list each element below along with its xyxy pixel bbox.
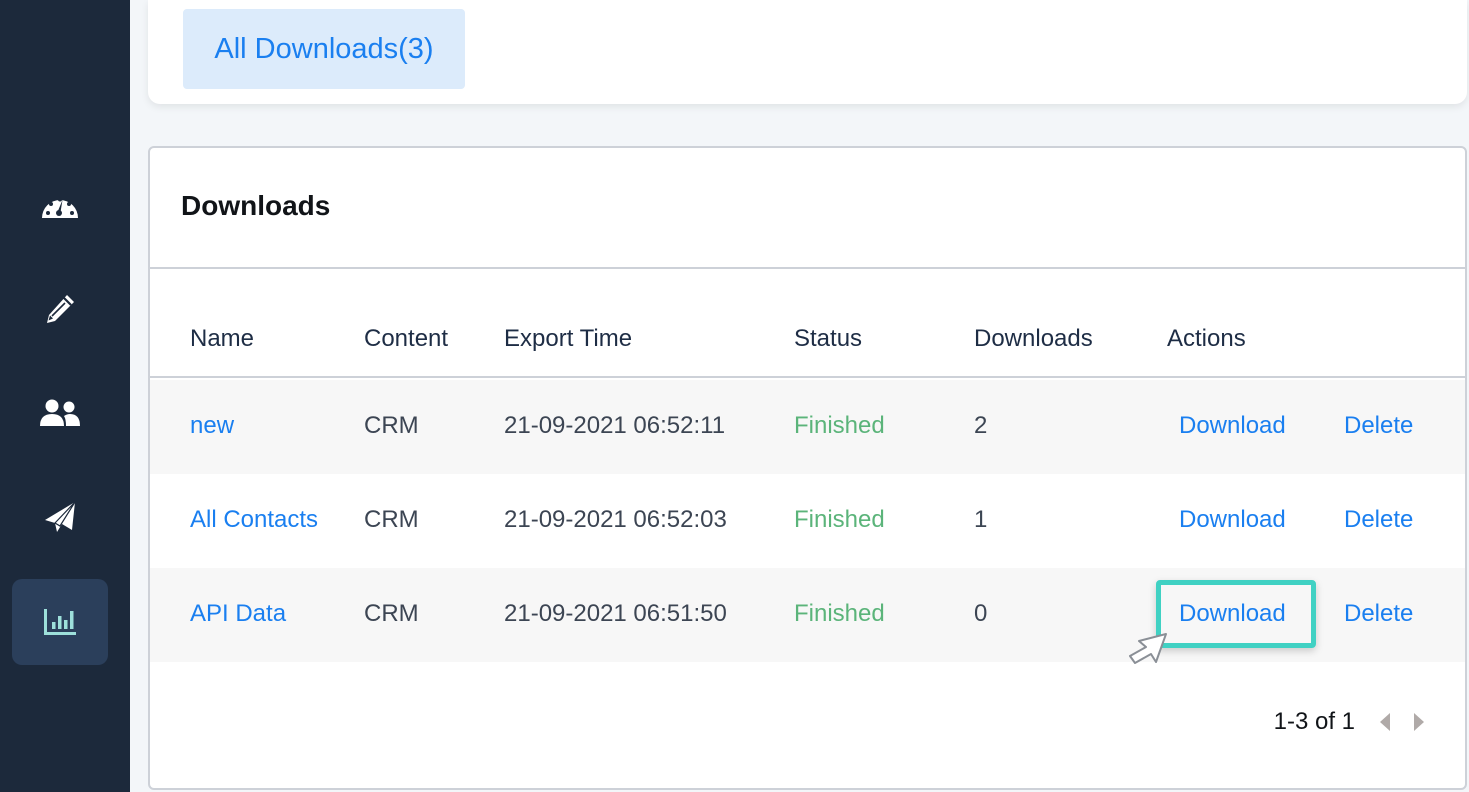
sidebar-item-dashboard[interactable] (12, 162, 108, 248)
next-page-button[interactable] (1413, 712, 1425, 732)
delete-button[interactable]: Delete (1344, 506, 1413, 534)
delete-button[interactable]: Delete (1344, 412, 1413, 440)
paper-plane-icon (43, 500, 77, 534)
column-header-name: Name (190, 325, 255, 352)
download-count-cell: 0 (974, 600, 988, 627)
sidebar (0, 0, 130, 792)
content-cell: CRM (364, 412, 419, 439)
column-header-actions: Actions (1167, 325, 1246, 352)
downloads-tab-bar: All Downloads(3) (148, 0, 1467, 104)
chevron-left-icon (1380, 713, 1390, 731)
table-row: All Contacts CRM 21-09-2021 06:52:03 Fin… (150, 474, 1465, 568)
status-badge: Finished (794, 506, 885, 533)
table-header: Name Content Export Time Status Download… (150, 269, 1465, 378)
column-header-content: Content (364, 325, 449, 352)
sidebar-item-editor[interactable] (12, 266, 108, 352)
delete-button[interactable]: Delete (1344, 600, 1413, 628)
export-name-link[interactable]: All Contacts (190, 506, 318, 534)
sidebar-item-campaigns[interactable] (12, 474, 108, 560)
pagination: 1-3 of 1 (1274, 708, 1425, 736)
bar-chart-icon (43, 608, 77, 636)
pencil-icon (43, 292, 77, 326)
chevron-right-icon (1414, 713, 1424, 731)
status-badge: Finished (794, 600, 885, 627)
table-row: new CRM 21-09-2021 06:52:11 Finished 2 D… (150, 380, 1465, 474)
sidebar-item-contacts[interactable] (12, 370, 108, 456)
column-header-status: Status (794, 325, 863, 352)
export-time-cell: 21-09-2021 06:51:50 (504, 600, 727, 627)
download-count-cell: 1 (974, 506, 988, 533)
download-button[interactable]: Download (1179, 600, 1286, 628)
pagination-info: 1-3 of 1 (1273, 708, 1355, 735)
downloads-card: Downloads Name Content Export Time Statu… (148, 146, 1467, 790)
users-icon (39, 398, 81, 428)
export-time-cell: 21-09-2021 06:52:03 (504, 506, 727, 533)
card-title: Downloads (181, 190, 331, 221)
export-time-cell: 21-09-2021 06:52:11 (504, 412, 726, 439)
sidebar-item-reports[interactable] (12, 579, 108, 665)
column-header-export-time: Export Time (504, 325, 633, 352)
column-header-downloads: Downloads (974, 325, 1093, 352)
status-badge: Finished (794, 412, 885, 439)
table-row: API Data CRM 21-09-2021 06:51:50 Finishe… (150, 568, 1465, 662)
speedometer-icon (41, 191, 79, 219)
content-cell: CRM (364, 506, 419, 533)
download-count-cell: 2 (974, 412, 988, 439)
download-button[interactable]: Download (1179, 412, 1286, 440)
tab-all-downloads[interactable]: All Downloads(3) (183, 9, 465, 89)
download-button[interactable]: Download (1179, 506, 1286, 534)
content-cell: CRM (364, 600, 419, 627)
export-name-link[interactable]: API Data (190, 600, 286, 628)
previous-page-button[interactable] (1379, 712, 1391, 732)
export-name-link[interactable]: new (190, 412, 234, 440)
